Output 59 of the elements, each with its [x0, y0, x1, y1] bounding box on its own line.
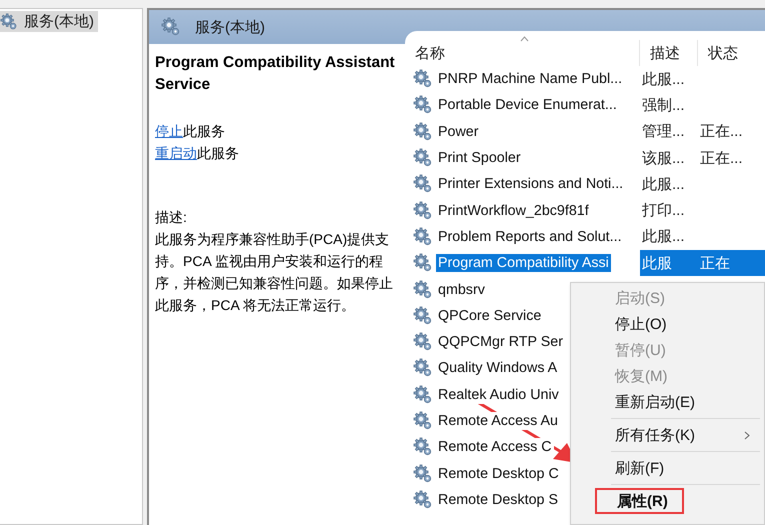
service-title: Program Compatibility Assistant Service	[155, 53, 396, 95]
description-cell-text: 管理...	[641, 122, 686, 142]
panel-title: 服务(本地)	[195, 18, 265, 36]
column-header[interactable]: 名称	[405, 40, 640, 66]
action-text: 此服务	[197, 144, 239, 163]
service-name[interactable]: QPCore Service	[436, 306, 544, 325]
menu-item[interactable]: 属性(R)	[595, 488, 684, 514]
action-link[interactable]: 重启动	[155, 142, 197, 164]
gear-icon	[413, 174, 433, 194]
description-cell-text: 打印...	[641, 201, 686, 222]
gear-icon	[413, 411, 433, 431]
gear-icon	[413, 253, 433, 274]
gear-icon	[413, 95, 433, 116]
menu-item[interactable]: 停止(O)	[571, 311, 764, 337]
description-text: 此服务为程序兼容性助手(PCA)提供支持。PCA 监视由用户安装和运行的程序，并检测已知兼容性问题。如果停止此服务，PCA 将无法正常运行。	[155, 230, 394, 315]
gear-icon	[413, 464, 433, 484]
gear-icon	[413, 200, 433, 221]
gear-icon	[413, 306, 433, 326]
status-cell-text: 正在...	[699, 148, 744, 169]
gear-icon	[413, 280, 433, 300]
action-text: 此服务	[183, 122, 225, 141]
service-name[interactable]: Program Compatibility Assi	[436, 254, 611, 272]
service-name[interactable]: Remote Access Au	[436, 412, 560, 430]
description-cell-text: 此服...	[641, 174, 686, 195]
service-name[interactable]: Print Spooler	[436, 149, 523, 168]
gear-icon	[413, 358, 433, 378]
service-name[interactable]: PrintWorkflow_2bc9f81f	[436, 202, 591, 220]
gear-icon	[413, 490, 433, 510]
gear-icon	[413, 437, 433, 458]
gear-icon	[413, 69, 433, 90]
menu-item[interactable]: 重新启动(E)	[571, 389, 764, 415]
gear-icon	[0, 12, 18, 30]
gear-icon	[413, 122, 433, 142]
description-cell-text: 此服...	[641, 70, 686, 90]
column-header[interactable]: 状态	[698, 40, 765, 66]
action-link[interactable]: 停止	[155, 120, 183, 142]
menu-item[interactable]: 所有任务(K)	[571, 422, 764, 448]
tree-item[interactable]: 服务(本地)	[0, 11, 98, 32]
description-cell: 此服	[640, 250, 698, 276]
gear-icon	[161, 17, 181, 37]
description-label: 描述:	[155, 208, 188, 227]
menu-item[interactable]: 刷新(F)	[571, 455, 764, 481]
column-header[interactable]: 描述	[640, 40, 698, 66]
description-cell-text: 强制...	[641, 96, 686, 116]
gear-icon	[413, 332, 433, 352]
description-cell-text: 此服...	[641, 227, 686, 248]
status-cell: 正在	[698, 250, 765, 276]
service-name[interactable]: qmbsrv	[436, 280, 487, 299]
gear-icon	[413, 384, 433, 405]
service-name[interactable]: Realtek Audio Univ	[436, 386, 561, 404]
status-cell-text: 正在...	[699, 122, 744, 142]
sort-caret-icon	[520, 36, 529, 42]
service-name[interactable]: QQPCMgr RTP Ser	[436, 333, 565, 352]
service-name[interactable]: Remote Desktop S	[436, 490, 560, 509]
gear-icon	[413, 148, 433, 168]
service-name[interactable]: Quality Windows A	[436, 359, 560, 378]
gear-icon	[413, 226, 433, 247]
description-cell-text: 该服...	[641, 148, 686, 169]
service-name[interactable]: Remote Desktop C	[436, 464, 561, 483]
